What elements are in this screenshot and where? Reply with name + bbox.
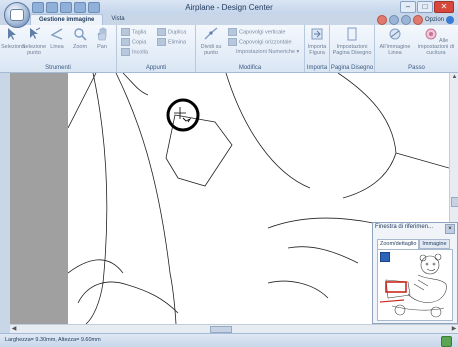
- reference-window-title: Finestra di riferimen...: [375, 224, 434, 230]
- ribbon-tabs: Gestione immagine Vista: [30, 14, 133, 26]
- vertical-scroll-thumb[interactable]: [451, 197, 458, 207]
- alle-impostazioni-cucitura-button[interactable]: Alle impostazioni di cucitura: [416, 27, 456, 56]
- group-label-modifica: Modifica: [238, 65, 262, 71]
- seleziona-button[interactable]: Seleziona: [1, 27, 25, 50]
- zoom-out-icon[interactable]: [400, 15, 411, 25]
- zoom-button[interactable]: Zoom: [70, 27, 90, 50]
- status-indicator-icon[interactable]: [441, 336, 452, 347]
- tab-immagine[interactable]: Immagine: [419, 239, 450, 249]
- scroll-left-icon[interactable]: ◀: [10, 325, 18, 333]
- app-icon: [10, 9, 24, 21]
- minimize-button[interactable]: –: [400, 1, 416, 13]
- restore-button[interactable]: □: [417, 1, 433, 13]
- status-bar: Larghezza= 9.30mm, Altezza= 9.60mm: [0, 333, 458, 347]
- stitch-line-icon: [389, 28, 401, 40]
- reference-window-panel[interactable]: Finestra di riferimen... × Zoom/dettagli…: [372, 222, 458, 324]
- delete-icon: [157, 38, 166, 46]
- page-setup-icon: [347, 27, 357, 41]
- hand-icon: [97, 27, 107, 41]
- color-icon[interactable]: [412, 15, 423, 25]
- group-label-appunti: Appunti: [145, 65, 167, 71]
- reference-preview[interactable]: [377, 249, 453, 321]
- horizontal-scroll-thumb[interactable]: [210, 326, 232, 333]
- window-title: Airplane - Design Center: [185, 3, 273, 12]
- impostazioni-numeriche-button[interactable]: Impostazioni Numeriche ▾: [236, 48, 299, 56]
- selezione-punto-button[interactable]: Selezione punto: [22, 27, 46, 56]
- application-menu-button[interactable]: [4, 2, 30, 28]
- taglia-button[interactable]: Taglia: [121, 28, 146, 36]
- stitch-settings-icon: [425, 28, 437, 40]
- duplicate-icon: [157, 28, 166, 36]
- copia-button[interactable]: Copia: [121, 38, 146, 46]
- point-select-icon: [30, 27, 41, 39]
- reference-window-tabs: Zoom/dettaglio Immagine: [377, 239, 450, 249]
- tab-vista[interactable]: Vista: [103, 14, 132, 25]
- tab-zoom-dettaglio[interactable]: Zoom/dettaglio: [377, 239, 420, 249]
- left-margin-area: [10, 73, 68, 324]
- zoom-icon[interactable]: [388, 15, 399, 25]
- group-importa: Importa Figura Importa: [305, 25, 330, 72]
- group-label-importa: Importa: [306, 65, 328, 71]
- zoom-detail-icon[interactable]: [380, 252, 390, 262]
- group-pagina-disegno: Impostazioni Pagina Disegno Pagina Diseg…: [330, 25, 375, 72]
- options-menu[interactable]: Opzion: [425, 17, 444, 23]
- group-passo: All'immagine Linea Alle impostazioni di …: [375, 25, 458, 72]
- import-image-icon: [311, 28, 323, 40]
- close-button[interactable]: ✕: [434, 1, 454, 13]
- magnifier-icon: [74, 28, 87, 41]
- group-label-pagina-disegno: Pagina Disegno: [330, 65, 374, 71]
- paste-icon: [121, 48, 130, 56]
- duplica-button[interactable]: Duplica: [157, 28, 186, 36]
- group-strumenti: Seleziona Selezione punto Linea Zoom Pan…: [0, 25, 117, 72]
- group-modifica: Dividi su punto Capovolgi verticale Capo…: [196, 25, 305, 72]
- linea-button[interactable]: Linea: [48, 27, 66, 50]
- group-label-passo: Passo: [408, 65, 425, 71]
- pan-button[interactable]: Pan: [92, 27, 112, 50]
- reference-window-close-button[interactable]: ×: [445, 224, 455, 234]
- horizontal-scrollbar[interactable]: ◀ ▶: [10, 324, 458, 333]
- ribbon: Seleziona Selezione punto Linea Zoom Pan…: [0, 25, 458, 73]
- dividi-su-punto-button[interactable]: Dividi su punto: [198, 27, 224, 56]
- arrow-pointer-icon: [8, 28, 16, 40]
- help-icon[interactable]: [446, 16, 454, 24]
- group-appunti: Taglia Duplica Copia Elimina Incolla App…: [117, 25, 196, 72]
- copy-icon: [121, 38, 130, 46]
- scroll-right-icon[interactable]: ▶: [450, 325, 458, 333]
- all-immagine-linea-button[interactable]: All'immagine Linea: [376, 27, 414, 56]
- ribbon-right-controls: Opzion: [376, 15, 454, 25]
- importa-figura-button[interactable]: Importa Figura: [306, 27, 328, 56]
- status-dimensions: Larghezza= 9.30mm, Altezza= 9.60mm: [5, 337, 101, 343]
- title-bar: Airplane - Design Center – □ ✕: [0, 0, 458, 14]
- window-controls: – □ ✕: [400, 1, 454, 13]
- incolla-button[interactable]: Incolla: [121, 48, 148, 56]
- impostazioni-pagina-disegno-button[interactable]: Impostazioni Pagina Disegno: [332, 27, 372, 56]
- line-icon: [50, 28, 63, 40]
- scroll-up-icon[interactable]: ▲: [451, 74, 458, 81]
- split-point-icon: [204, 27, 218, 40]
- style-icon[interactable]: [376, 15, 387, 25]
- view-indicator-rect: [385, 281, 407, 293]
- flip-horizontal-icon: [228, 38, 237, 46]
- elimina-button[interactable]: Elimina: [157, 38, 186, 46]
- capovolgi-orizzontale-button[interactable]: Capovolgi orizzontale: [228, 38, 292, 46]
- capovolgi-verticale-button[interactable]: Capovolgi verticale: [228, 28, 285, 36]
- cursor-icon: [166, 98, 200, 132]
- group-label-strumenti: Strumenti: [45, 65, 71, 71]
- scissors-icon: [121, 28, 130, 36]
- flip-vertical-icon: [228, 28, 237, 36]
